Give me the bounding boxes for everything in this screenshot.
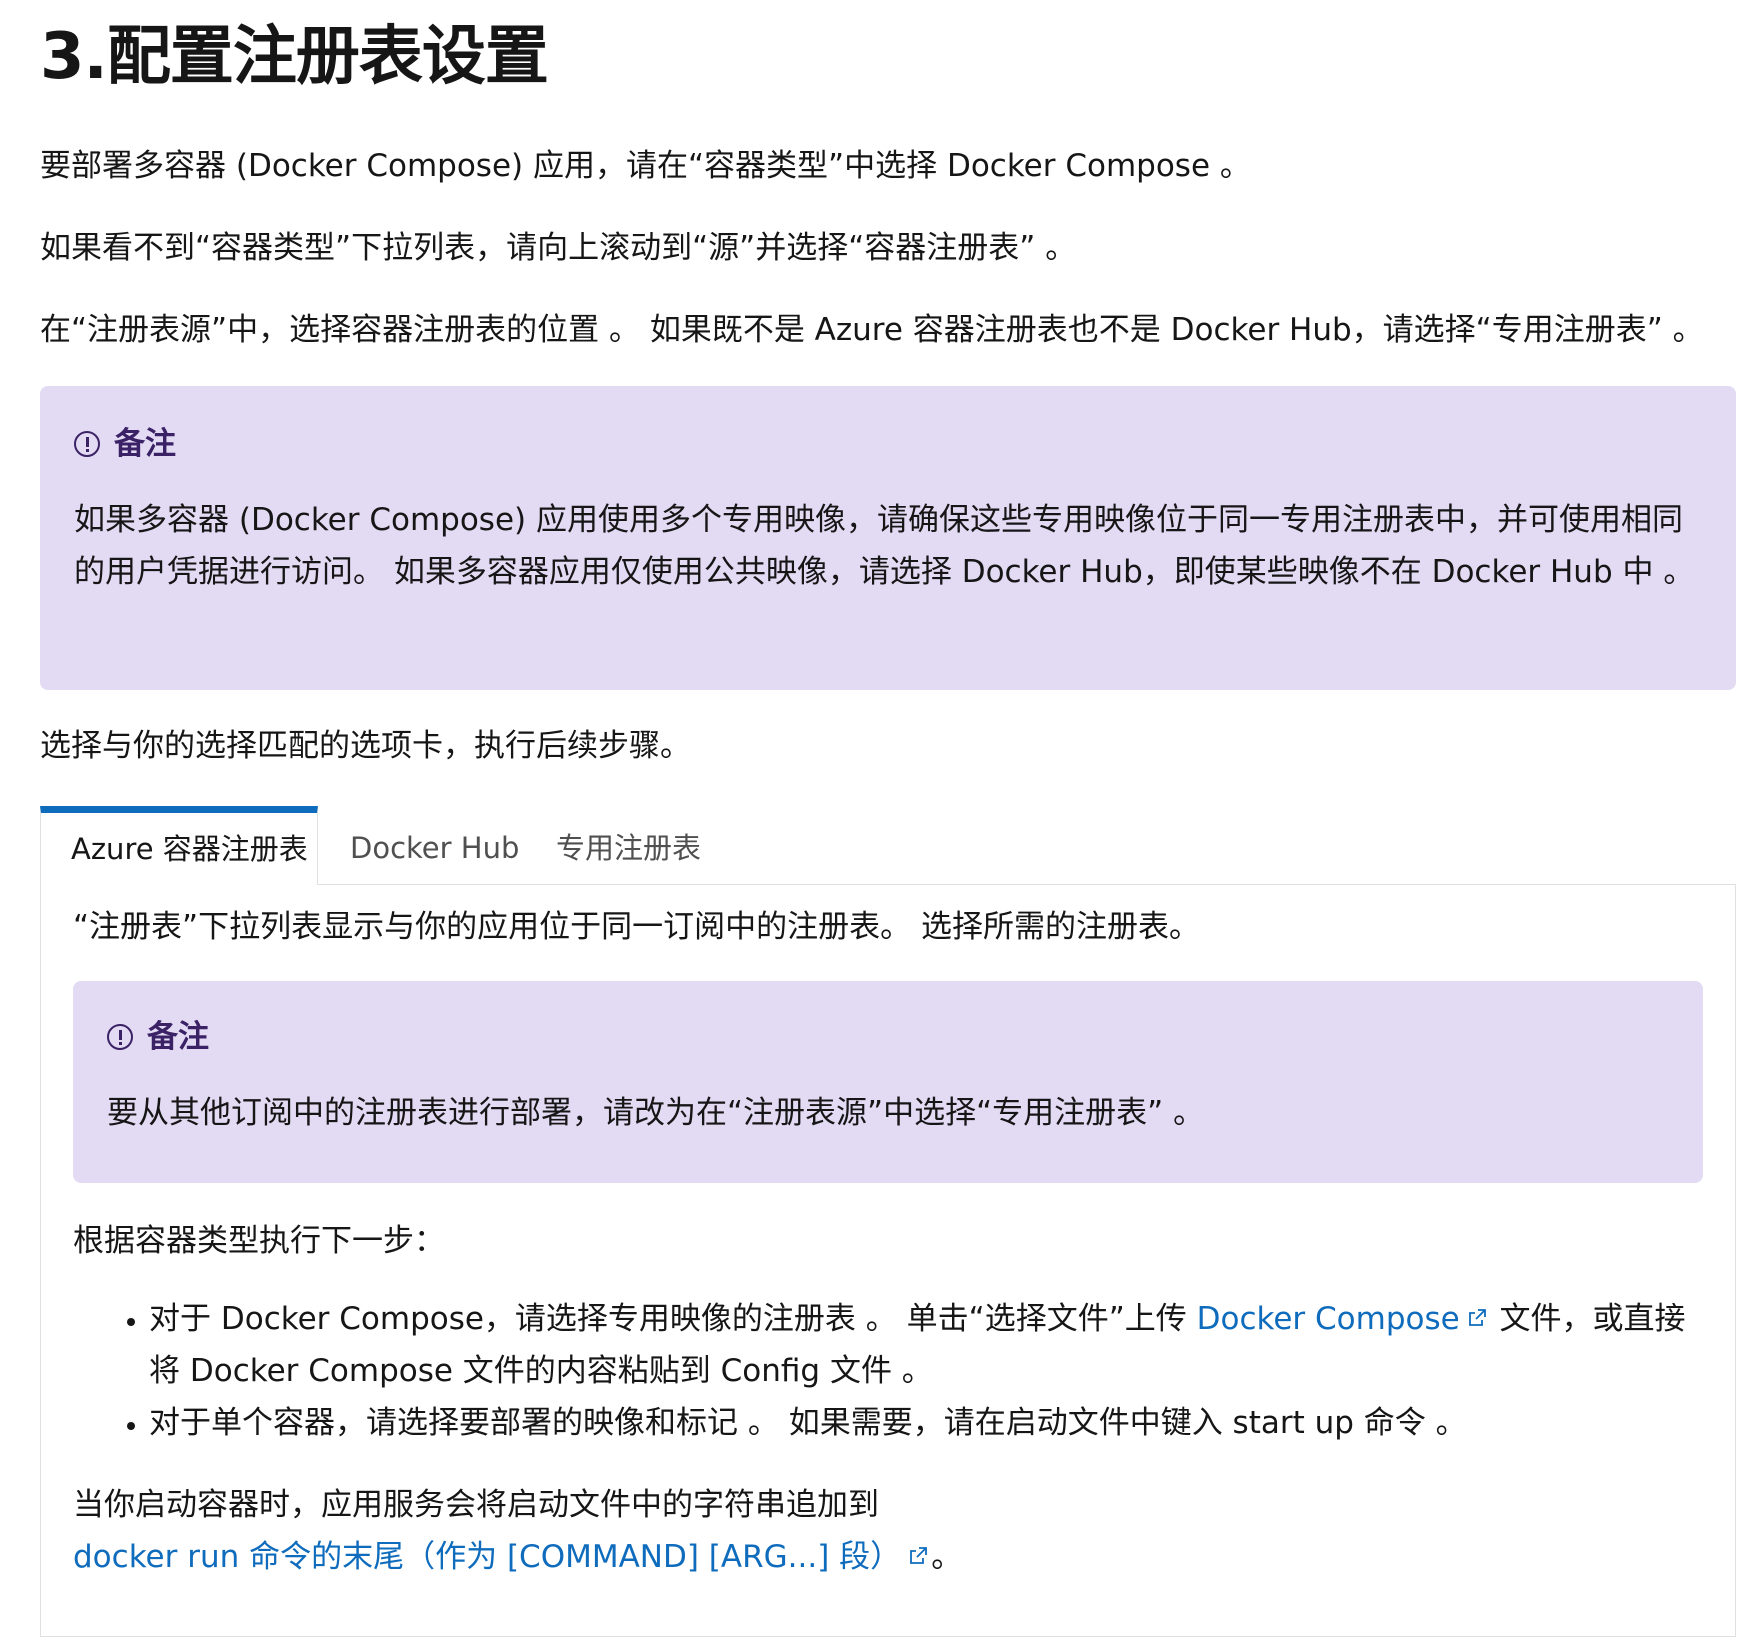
paragraph-container-type: 如果看不到“容器类型”下拉列表，请向上滚动到“源”并选择“容器注册表” 。 bbox=[40, 230, 1077, 266]
tab-list: Azure 容器注册表 Docker Hub 专用注册表 bbox=[40, 806, 1736, 885]
list-item-text: 对于单个容器，请选择要部署的映像和标记 。 如果需要，请在启动文件中键入 sta… bbox=[149, 1405, 1467, 1441]
tab-azure-container-registry[interactable]: Azure 容器注册表 bbox=[40, 806, 318, 885]
note-title: 备注 bbox=[107, 1015, 1669, 1059]
docker-compose-link[interactable]: Docker Compose bbox=[1197, 1301, 1460, 1337]
note-body: 如果多容器 (Docker Compose) 应用使用多个专用映像，请确保这些专… bbox=[74, 502, 1695, 590]
note-callout: 备注 如果多容器 (Docker Compose) 应用使用多个专用映像，请确保… bbox=[40, 386, 1736, 690]
info-icon bbox=[74, 431, 100, 457]
paragraph-registry-dropdown: “注册表”下拉列表显示与你的应用位于同一订阅中的注册表。 选择所需的注册表。 bbox=[73, 909, 1200, 945]
tab-docker-hub[interactable]: Docker Hub bbox=[350, 806, 519, 884]
paragraph-docker-compose: 要部署多容器 (Docker Compose) 应用，请在“容器类型”中选择 D… bbox=[40, 148, 1251, 184]
steps-list: 对于 Docker Compose，请选择专用映像的注册表 。 单击“选择文件”… bbox=[73, 1293, 1703, 1449]
paragraph-choose-tab: 选择与你的选择匹配的选项卡，执行后续步骤。 bbox=[40, 728, 691, 764]
list-item: 对于单个容器，请选择要部署的映像和标记 。 如果需要，请在启动文件中键入 sta… bbox=[149, 1397, 1703, 1449]
note-title-text: 备注 bbox=[114, 426, 176, 462]
note-callout-2: 备注 要从其他订阅中的注册表进行部署，请改为在“注册表源”中选择“专用注册表” … bbox=[73, 981, 1703, 1183]
external-link-icon bbox=[909, 1547, 928, 1565]
tab-panel: “注册表”下拉列表显示与你的应用位于同一订阅中的注册表。 选择所需的注册表。 备… bbox=[40, 884, 1736, 1637]
paragraph-text: 当你启动容器时，应用服务会将启动文件中的字符串追加到 bbox=[73, 1487, 879, 1523]
note-title: 备注 bbox=[74, 422, 1702, 466]
paragraph-next-step: 根据容器类型执行下一步： bbox=[73, 1223, 445, 1259]
external-link-icon bbox=[1468, 1309, 1486, 1327]
paragraph-text: 。 bbox=[931, 1539, 963, 1575]
list-item-text: 对于 Docker Compose，请选择专用映像的注册表 。 单击“选择文件”… bbox=[149, 1301, 1197, 1337]
note-body: 要从其他订阅中的注册表进行部署，请改为在“注册表源”中选择“专用注册表” 。 bbox=[107, 1095, 1205, 1131]
docker-run-link[interactable]: docker run 命令的末尾（作为 [COMMAND] [ARG...] 段… bbox=[73, 1539, 901, 1575]
info-icon bbox=[107, 1024, 133, 1050]
note-title-text: 备注 bbox=[147, 1019, 209, 1055]
article: 3.配置注册表设置 要部署多容器 (Docker Compose) 应用，请在“… bbox=[0, 0, 1752, 1649]
list-item: 对于 Docker Compose，请选择专用映像的注册表 。 单击“选择文件”… bbox=[149, 1293, 1703, 1397]
page-title: 3.配置注册表设置 bbox=[40, 20, 549, 94]
paragraph-registry-source: 在“注册表源”中，选择容器注册表的位置 。 如果既不是 Azure 容器注册表也… bbox=[40, 312, 1704, 348]
paragraph-startup: 当你启动容器时，应用服务会将启动文件中的字符串追加到 docker run 命令… bbox=[73, 1479, 1703, 1583]
tab-private-registry[interactable]: 专用注册表 bbox=[556, 806, 701, 884]
